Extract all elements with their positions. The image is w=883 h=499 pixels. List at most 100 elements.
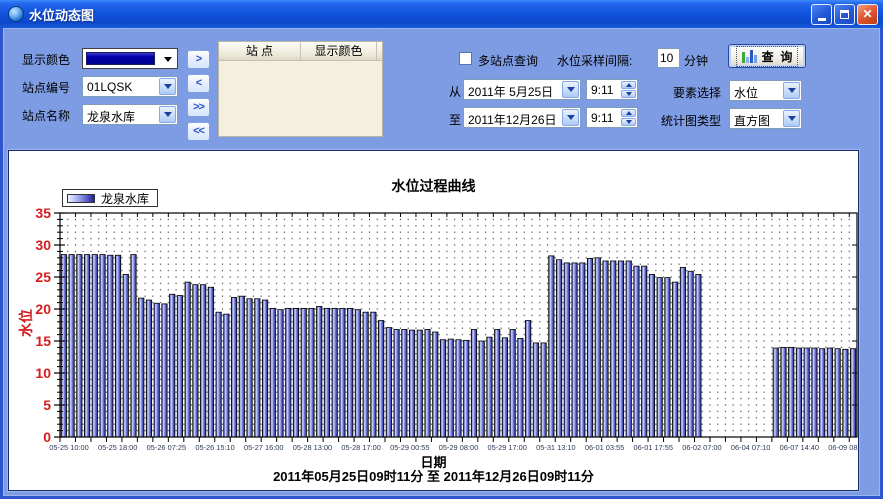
bar	[224, 314, 229, 437]
from-date-picker[interactable]: 2011年 5月25日	[463, 79, 581, 100]
bar	[781, 347, 786, 437]
from-time-spinner[interactable]: 9:11	[586, 79, 638, 100]
bar	[487, 337, 492, 437]
bar	[84, 255, 89, 437]
spinner-up-button[interactable]	[621, 109, 636, 117]
to-date-value: 2011年12月26日	[468, 111, 557, 128]
dropdown-arrow-icon[interactable]	[159, 78, 176, 95]
bar	[231, 297, 236, 437]
bar	[394, 329, 399, 437]
bar	[309, 308, 314, 437]
bar	[642, 266, 647, 437]
svg-text:25: 25	[35, 269, 51, 285]
minimize-button[interactable]	[811, 4, 832, 25]
dropdown-arrow-icon[interactable]	[562, 81, 579, 98]
bar	[649, 274, 654, 437]
chevron-down-icon	[567, 87, 575, 92]
close-button[interactable]: ✕	[857, 4, 878, 25]
bar	[92, 255, 97, 437]
bar	[471, 329, 476, 437]
bar	[255, 299, 260, 437]
legend-label: 龙泉水库	[101, 190, 149, 207]
bar	[146, 300, 151, 437]
dropdown-arrow-icon[interactable]	[159, 106, 176, 123]
bar	[510, 329, 515, 437]
bar-chart-icon	[742, 50, 757, 63]
column-header-station[interactable]: 站 点	[219, 42, 301, 60]
dropdown-arrow-icon[interactable]	[562, 109, 579, 126]
dropdown-arrow-icon[interactable]	[783, 82, 800, 99]
svg-text:05-25 18:00: 05-25 18:00	[98, 443, 137, 452]
station-name-value: 龙泉水库	[87, 108, 135, 125]
to-date-picker[interactable]: 2011年12月26日	[463, 107, 581, 128]
bar	[371, 312, 376, 437]
move-left-button[interactable]: <	[187, 74, 210, 93]
to-time-value: 9:11	[591, 111, 613, 125]
app-window: 水位动态图 ✕ 显示颜色 站点编号 01LQSK 站点名称 龙泉水库 > < >…	[0, 0, 883, 499]
interval-label: 水位采样间隔:	[557, 52, 632, 69]
bar	[688, 271, 693, 437]
bar	[464, 340, 469, 437]
dropdown-arrow-icon[interactable]	[164, 57, 172, 62]
bar	[278, 310, 283, 437]
station-list[interactable]: 站 点 显示颜色	[218, 41, 383, 137]
multi-station-label: 多站点查询	[478, 52, 538, 69]
bar	[804, 348, 809, 437]
svg-text:15: 15	[35, 333, 51, 349]
chart-type-select[interactable]: 直方图	[729, 108, 802, 129]
display-color-select[interactable]	[82, 48, 178, 69]
svg-text:30: 30	[35, 237, 51, 253]
chart-type-value: 直方图	[734, 112, 770, 129]
maximize-button[interactable]	[834, 4, 855, 25]
bar	[77, 255, 82, 437]
bar	[262, 300, 267, 437]
dropdown-arrow-icon[interactable]	[783, 110, 800, 127]
column-header-color[interactable]: 显示颜色	[301, 42, 377, 60]
bar	[193, 285, 198, 437]
move-right-button[interactable]: >	[187, 50, 210, 69]
bar	[417, 330, 422, 437]
bar	[355, 310, 360, 437]
from-time-value: 9:11	[591, 83, 613, 97]
bar	[634, 266, 639, 437]
chevron-down-icon	[164, 84, 172, 89]
bar	[618, 261, 623, 437]
svg-text:05-31 13:10: 05-31 13:10	[536, 443, 575, 452]
bar	[564, 263, 569, 437]
element-select[interactable]: 水位	[729, 80, 802, 101]
window-title: 水位动态图	[29, 5, 811, 24]
bar	[572, 263, 577, 437]
bar	[796, 348, 801, 437]
bar	[433, 332, 438, 437]
bar	[773, 348, 778, 437]
bar	[835, 349, 840, 437]
spinner-up-button[interactable]	[621, 81, 636, 89]
spinner-down-button[interactable]	[621, 118, 636, 126]
bar	[549, 256, 554, 437]
minimize-icon	[818, 18, 826, 21]
move-all-left-button[interactable]: <<	[187, 122, 210, 141]
bar	[247, 299, 252, 437]
multi-station-checkbox[interactable]	[459, 52, 472, 65]
station-code-select[interactable]: 01LQSK	[82, 76, 178, 97]
bar	[789, 347, 794, 437]
bar	[525, 321, 530, 437]
bar	[131, 255, 136, 437]
query-button[interactable]: 查 询	[728, 44, 806, 68]
display-color-label: 显示颜色	[22, 51, 70, 68]
bar	[495, 329, 500, 437]
titlebar[interactable]: 水位动态图 ✕	[0, 0, 883, 28]
to-time-spinner[interactable]: 9:11	[586, 107, 638, 128]
bar	[185, 282, 190, 437]
bar	[425, 329, 430, 437]
svg-text:10: 10	[35, 365, 51, 381]
spinner-down-button[interactable]	[621, 90, 636, 98]
arrow-down-icon	[626, 92, 632, 96]
move-all-right-button[interactable]: >>	[187, 98, 210, 117]
color-swatch	[86, 52, 155, 65]
bar	[332, 308, 337, 437]
bar	[286, 308, 291, 437]
station-name-select[interactable]: 龙泉水库	[82, 104, 178, 125]
spinner-buttons	[621, 109, 636, 126]
interval-input[interactable]	[657, 48, 680, 68]
